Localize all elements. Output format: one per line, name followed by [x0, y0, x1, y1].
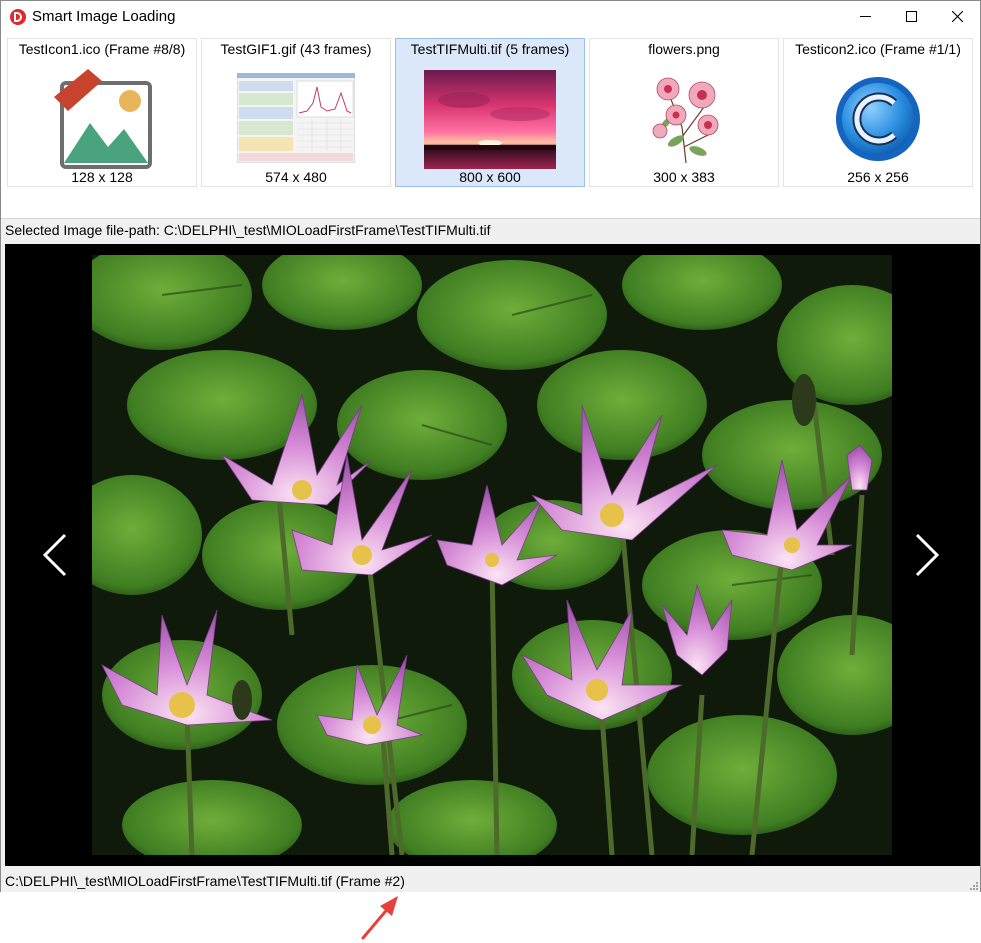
chevron-right-icon	[915, 533, 940, 577]
thumbnail-size: 574 x 480	[265, 169, 327, 185]
minimize-button[interactable]	[842, 1, 888, 32]
flowers-preview-image	[652, 77, 719, 164]
next-frame-button[interactable]	[911, 533, 941, 577]
thumbnail-title: TestIcon1.ico (Frame #8/8)	[18, 41, 186, 57]
thumbnail-testgif1[interactable]: TestGIF1.gif (43 frames) 574 x 480	[201, 38, 391, 187]
water-lilies-photo	[92, 255, 892, 855]
thumbnail-title: TestTIFMulti.tif (5 frames)	[410, 41, 570, 57]
thumbnail-title: flowers.png	[648, 41, 720, 57]
thumbnail-title: TestGIF1.gif (43 frames)	[220, 41, 372, 57]
image-viewer[interactable]	[5, 244, 980, 866]
thumbnail-flowers[interactable]: flowers.png 300 x 383	[589, 38, 779, 187]
minimize-icon	[859, 16, 871, 17]
title-bar[interactable]: Smart Image Loading	[1, 1, 980, 32]
annotation-arrow-icon	[361, 896, 398, 940]
copyright-c-icon	[836, 77, 920, 161]
app-window: Smart Image Loading TestIcon1.ico (Frame…	[0, 0, 981, 892]
window-title: Smart Image Loading	[32, 8, 176, 25]
thumbnail-size: 800 x 600	[459, 169, 521, 185]
close-button[interactable]	[934, 1, 980, 32]
thumbnail-strip: TestIcon1.ico (Frame #8/8) 128 x 128 Tes…	[1, 32, 980, 218]
sunset-preview-image	[424, 70, 556, 169]
selected-path-label: Selected Image file-path: C:\DELPHI\_tes…	[5, 222, 491, 238]
thumbnail-size: 256 x 256	[847, 169, 909, 185]
selected-path-bar: Selected Image file-path: C:\DELPHI\_tes…	[1, 218, 980, 240]
thumbnail-size: 300 x 383	[653, 169, 715, 185]
app-logo-icon	[10, 9, 26, 25]
close-icon	[951, 11, 963, 22]
thumbnail-testicon1[interactable]: TestIcon1.ico (Frame #8/8) 128 x 128	[7, 38, 197, 187]
thumbnail-size: 128 x 128	[71, 169, 133, 185]
image-placeholder-icon	[54, 69, 152, 169]
status-bar: C:\DELPHI\_test\MIOLoadFirstFrame\TestTI…	[1, 870, 980, 892]
maximize-icon	[905, 11, 917, 22]
thumbnail-testicon2[interactable]: Testicon2.ico (Frame #1/1) 256 x 256	[783, 38, 973, 187]
spreadsheet-preview-image	[237, 73, 355, 163]
thumbnail-testtifmulti[interactable]: TestTIFMulti.tif (5 frames) 800 x 600	[395, 38, 585, 187]
status-text: C:\DELPHI\_test\MIOLoadFirstFrame\TestTI…	[5, 873, 405, 889]
chevron-left-icon	[42, 533, 67, 577]
thumbnail-title: Testicon2.ico (Frame #1/1)	[795, 41, 961, 57]
resize-grip-icon[interactable]	[968, 880, 978, 890]
previous-frame-button[interactable]	[41, 533, 71, 577]
maximize-button[interactable]	[888, 1, 934, 32]
